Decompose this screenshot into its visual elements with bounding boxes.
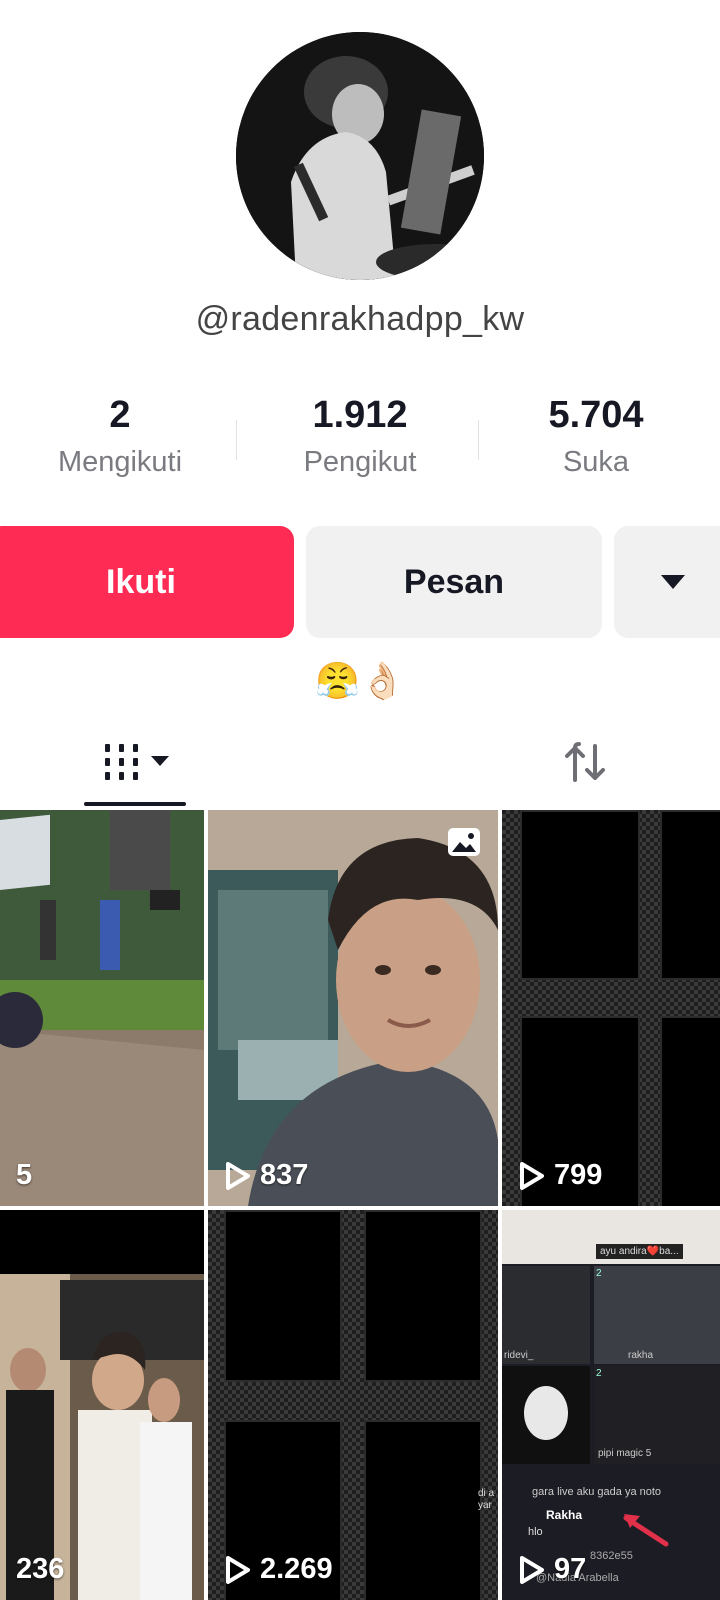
view-count: 97: [518, 1553, 586, 1586]
play-icon: [520, 1555, 544, 1584]
thumbnail-image: [0, 810, 204, 1206]
video-thumbnail[interactable]: 799: [502, 810, 720, 1206]
stat-divider: [236, 420, 237, 460]
video-thumbnail[interactable]: 837: [208, 810, 498, 1206]
view-count-value: 97: [554, 1553, 587, 1585]
followers-count: 1.912: [312, 394, 408, 436]
thumbnail-caption: gara live aku gada ya noto: [532, 1486, 662, 1498]
thumbnail-caption: rakha: [628, 1350, 654, 1361]
video-thumbnail[interactable]: ayu andira❤️ba... 2 ridevi_ rakha 2 pipi…: [502, 1210, 720, 1600]
bio: 😤👌🏻: [315, 660, 405, 701]
video-thumbnail[interactable]: di a yar 2.269: [208, 1210, 498, 1600]
play-icon: [226, 1161, 250, 1190]
view-count: 2.269: [224, 1553, 333, 1586]
thumbnail-block: [660, 810, 720, 980]
view-count-value: 2.269: [260, 1553, 333, 1585]
tab-videos[interactable]: [84, 720, 186, 806]
thumbnail-block: [224, 1210, 342, 1382]
profile-tabs: [0, 720, 720, 810]
followers-label: Pengikut: [303, 446, 417, 478]
view-count-value: 236: [16, 1553, 65, 1585]
thumbnail-caption: 2: [596, 1368, 602, 1379]
thumbnail-caption: 2: [596, 1268, 602, 1279]
avatar-photo: [236, 32, 484, 280]
stat-likes[interactable]: 5.704 Suka: [476, 392, 716, 479]
thumbnail-image: [208, 810, 498, 1206]
thumbnail-block: [594, 1266, 720, 1364]
tab-reposts[interactable]: [530, 720, 640, 806]
stat-following[interactable]: 2 Mengikuti: [0, 392, 240, 479]
thumbnail-block: [364, 1210, 482, 1382]
view-count: 837: [224, 1159, 308, 1192]
thumbnail-caption: di a yar: [478, 1488, 495, 1511]
likes-label: Suka: [562, 446, 630, 478]
view-count: 799: [518, 1159, 602, 1192]
thumbnail-caption: ridevi_: [504, 1350, 534, 1361]
photo-icon: [448, 828, 480, 856]
thumbnail-caption: 8362e55: [590, 1550, 633, 1562]
view-count-value: 837: [260, 1159, 309, 1191]
thumbnail-caption: hlo: [528, 1526, 543, 1538]
message-button[interactable]: Pesan: [306, 526, 602, 638]
video-thumbnail[interactable]: 5: [0, 810, 204, 1206]
likes-count: 5.704: [548, 394, 644, 436]
active-tab-indicator: [84, 802, 186, 806]
follow-label: Ikuti: [106, 562, 176, 601]
video-thumbnail[interactable]: 236: [0, 1210, 204, 1600]
message-label: Pesan: [403, 562, 505, 601]
view-count-value: 799: [554, 1159, 603, 1191]
thumbnail-block: [524, 1386, 568, 1440]
repost-icon: [565, 742, 605, 782]
stat-followers[interactable]: 1.912 Pengikut: [240, 392, 480, 479]
following-label: Mengikuti: [57, 446, 183, 478]
follow-button[interactable]: Ikuti: [0, 526, 294, 638]
suggested-accounts-button[interactable]: [614, 526, 720, 638]
view-count: 236: [16, 1553, 64, 1586]
thumbnail-caption: pipi magic 5: [598, 1448, 652, 1459]
thumbnail-block: [660, 1016, 720, 1206]
thumbnail-image: [0, 1210, 204, 1600]
thumbnail-block: [364, 1420, 482, 1600]
caret-down-icon: [661, 575, 685, 589]
username: @radenrakhadpp_kw: [195, 300, 525, 338]
play-icon: [520, 1161, 544, 1190]
view-count: 5: [16, 1159, 32, 1192]
view-count-value: 5: [16, 1159, 33, 1191]
thumbnail-caption: Rakha: [546, 1508, 583, 1522]
following-count: 2: [109, 394, 131, 436]
play-icon: [226, 1555, 250, 1584]
arrow-icon: [623, 1514, 669, 1547]
profile-avatar[interactable]: [236, 32, 484, 280]
thumbnail-block: [520, 810, 640, 980]
thumbnail-caption: ayu andira❤️ba...: [596, 1244, 683, 1259]
grid-icon: [105, 744, 169, 780]
